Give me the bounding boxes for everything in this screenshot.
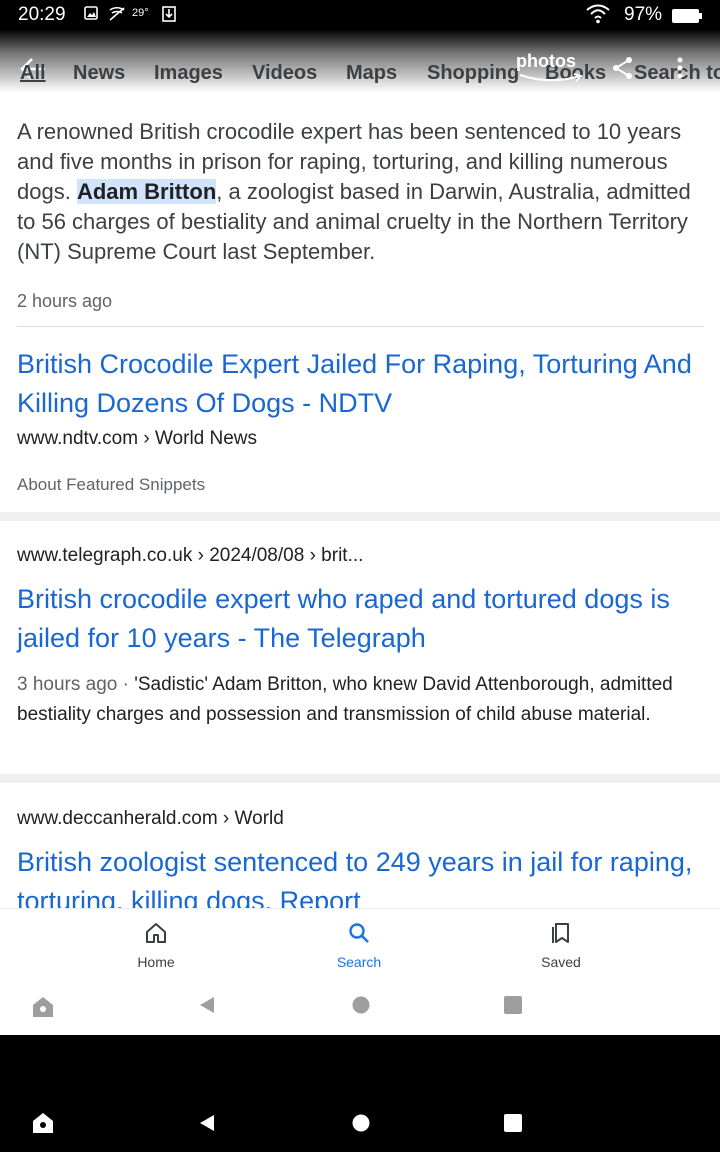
- result-separator: [0, 512, 720, 521]
- nav-saved-label: Saved: [541, 954, 581, 970]
- featured-result-title[interactable]: British Crocodile Expert Jailed For Rapi…: [17, 345, 707, 423]
- tab-all[interactable]: All: [20, 62, 46, 85]
- result-separator: [0, 774, 720, 783]
- screen: 20:29 29° 97% All News Images Videos Map…: [0, 0, 720, 1152]
- result-description: 3 hours ago · 'Sadistic' Adam Britton, w…: [17, 670, 697, 729]
- result-title[interactable]: British crocodile expert who raped and t…: [17, 580, 707, 658]
- result-url[interactable]: www.telegraph.co.uk › 2024/08/08 › brit.…: [17, 545, 363, 567]
- recents-nav-icon[interactable]: [503, 995, 523, 1015]
- featured-snippet-text: A renowned British crocodile expert has …: [17, 117, 707, 267]
- about-featured-snippets-link[interactable]: About Featured Snippets: [17, 475, 205, 495]
- back-nav-icon[interactable]: [198, 1113, 216, 1133]
- nav-home[interactable]: Home: [96, 921, 216, 970]
- status-bar: 20:29 29° 97%: [0, 0, 720, 30]
- snippet-time: 2 hours ago: [17, 291, 113, 311]
- wifi-icon: [586, 4, 610, 29]
- tab-videos[interactable]: Videos: [252, 62, 317, 85]
- nav-search[interactable]: Search: [299, 921, 419, 970]
- gallery-icon: [84, 6, 98, 25]
- tab-shopping[interactable]: Shopping: [427, 62, 519, 85]
- nav-search-label: Search: [336, 954, 382, 970]
- home-icon: [146, 923, 166, 943]
- nav-home-label: Home: [137, 954, 175, 970]
- snippet-highlight: Adam Britton: [76, 179, 217, 204]
- search-tabs: All News Images Videos Maps Shopping Boo…: [0, 50, 720, 98]
- status-temperature: 29°: [132, 7, 149, 19]
- tab-news[interactable]: News: [73, 62, 125, 85]
- bottom-navigation: Home Search Saved: [0, 908, 720, 1035]
- featured-result-url[interactable]: www.ndtv.com › World News: [17, 428, 257, 450]
- photos-logo: photos: [516, 51, 583, 82]
- battery-percent: 97%: [624, 4, 663, 25]
- home-nav-icon[interactable]: [351, 1113, 371, 1133]
- home-nav-icon[interactable]: [351, 995, 371, 1015]
- download-icon: [162, 6, 176, 27]
- battery-icon: [672, 9, 702, 28]
- more-options-icon[interactable]: [676, 56, 684, 85]
- nav-saved[interactable]: Saved: [501, 921, 621, 970]
- status-time: 20:29: [18, 4, 66, 25]
- no-disturb-icon: [108, 6, 126, 27]
- tab-images[interactable]: Images: [154, 62, 223, 85]
- bookmarks-icon: [552, 923, 569, 943]
- recents-nav-icon[interactable]: [503, 1113, 523, 1133]
- home-launcher-icon[interactable]: [30, 995, 56, 1019]
- result-time: 3 hours ago: [17, 674, 118, 695]
- system-navigation-dark: [0, 1035, 720, 1152]
- result-meta-separator: ·: [117, 674, 135, 695]
- divider: [17, 326, 704, 327]
- home-launcher-icon[interactable]: [30, 1111, 56, 1135]
- search-icon: [349, 923, 369, 943]
- result-url[interactable]: www.deccanherald.com › World: [17, 808, 284, 830]
- share-icon[interactable]: [612, 56, 634, 85]
- photos-logo-text: photos: [516, 51, 576, 71]
- tab-maps[interactable]: Maps: [346, 62, 397, 85]
- back-nav-icon[interactable]: [198, 995, 216, 1015]
